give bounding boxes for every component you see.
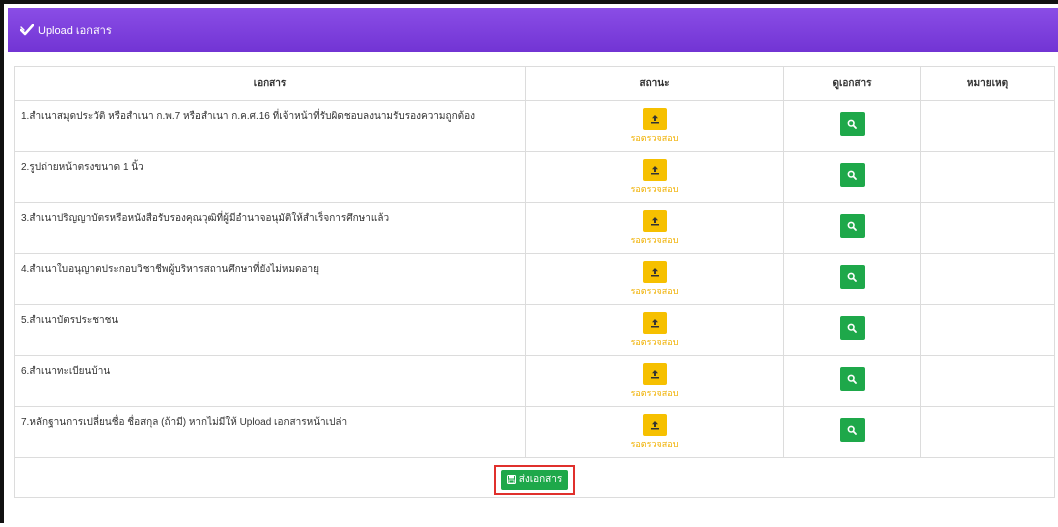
document-name-cell: 6.สำเนาทะเบียนบ้าน (14, 355, 526, 407)
check-icon (19, 23, 35, 36)
upload-panel: Upload เอกสาร เอกสาร สถานะ ดูเอกสาร หมาย… (8, 8, 1058, 527)
upload-button[interactable] (642, 414, 667, 436)
upload-button[interactable] (642, 363, 667, 385)
status-badge: รอตรวจสอบ (630, 337, 679, 347)
column-header-document: เอกสาร (14, 66, 526, 101)
document-name-cell: 2.รูปถ่ายหน้าตรงขนาด 1 นิ้ว (14, 151, 526, 203)
upload-button[interactable] (642, 312, 667, 334)
view-document-button[interactable] (839, 367, 865, 391)
view-cell (783, 253, 921, 305)
note-cell (920, 406, 1055, 458)
table-row: 6.สำเนาทะเบียนบ้าน รอตรวจสอบ (14, 355, 1055, 407)
search-icon (847, 270, 857, 285)
note-cell (920, 304, 1055, 356)
table-row: 5.สำเนาบัตรประชาชน รอตรวจสอบ (14, 304, 1055, 356)
status-cell: รอตรวจสอบ (525, 355, 784, 407)
submit-highlight: ส่งเอกสาร (493, 464, 576, 495)
view-document-button[interactable] (839, 163, 865, 187)
footer-cell: ส่งเอกสาร (14, 457, 1055, 498)
upload-button[interactable] (642, 261, 667, 283)
note-cell (920, 355, 1055, 407)
search-icon (847, 168, 857, 183)
document-name: 2.รูปถ่ายหน้าตรงขนาด 1 นิ้ว (21, 162, 144, 173)
document-name-cell: 5.สำเนาบัตรประชาชน (14, 304, 526, 356)
status-cell: รอตรวจสอบ (525, 202, 784, 254)
document-name-cell: 4.สำเนาใบอนุญาตประกอบวิชาชีพผู้บริหารสถา… (14, 253, 526, 305)
search-icon (847, 219, 857, 234)
submit-documents-button[interactable]: ส่งเอกสาร (500, 469, 569, 490)
status-cell: รอตรวจสอบ (525, 304, 784, 356)
documents-table: เอกสาร สถานะ ดูเอกสาร หมายเหตุ 1.สำเนาสม… (14, 66, 1055, 498)
document-name: 4.สำเนาใบอนุญาตประกอบวิชาชีพผู้บริหารสถา… (21, 264, 320, 275)
note-cell (920, 202, 1055, 254)
submit-label: ส่งเอกสาร (518, 474, 563, 485)
document-name: 7.หลักฐานการเปลี่ยนชื่อ ชื่อสกุล (ถ้ามี)… (21, 417, 348, 428)
search-icon (847, 423, 857, 438)
table-row: 1.สำเนาสมุดประวัติ หรือสำเนา ก.พ.7 หรือส… (14, 100, 1055, 152)
view-document-button[interactable] (839, 316, 865, 340)
column-header-note: หมายเหตุ (920, 66, 1055, 101)
search-icon (847, 321, 857, 336)
view-cell (783, 304, 921, 356)
view-document-button[interactable] (839, 265, 865, 289)
upload-icon (650, 367, 660, 382)
upload-icon (650, 163, 660, 178)
status-badge: รอตรวจสอบ (630, 235, 679, 245)
view-document-button[interactable] (839, 112, 865, 136)
table-row: 4.สำเนาใบอนุญาตประกอบวิชาชีพผู้บริหารสถา… (14, 253, 1055, 305)
table-row: 3.สำเนาปริญญาบัตรหรือหนังสือรับรองคุณวุฒ… (14, 202, 1055, 254)
document-name: 5.สำเนาบัตรประชาชน (21, 315, 119, 326)
status-badge: รอตรวจสอบ (630, 388, 679, 398)
upload-icon (650, 418, 660, 433)
view-cell (783, 355, 921, 407)
note-cell (920, 100, 1055, 152)
document-name: 3.สำเนาปริญญาบัตรหรือหนังสือรับรองคุณวุฒ… (21, 213, 390, 224)
document-name: 6.สำเนาทะเบียนบ้าน (21, 366, 111, 377)
search-icon (847, 117, 857, 132)
view-document-button[interactable] (839, 418, 865, 442)
window-frame: Upload เอกสาร เอกสาร สถานะ ดูเอกสาร หมาย… (0, 0, 1058, 527)
table-header-row: เอกสาร สถานะ ดูเอกสาร หมายเหตุ (14, 66, 1055, 101)
status-cell: รอตรวจสอบ (525, 151, 784, 203)
status-badge: รอตรวจสอบ (630, 439, 679, 449)
status-badge: รอตรวจสอบ (630, 184, 679, 194)
view-document-button[interactable] (839, 214, 865, 238)
status-cell: รอตรวจสอบ (525, 253, 784, 305)
view-cell (783, 151, 921, 203)
table-row: 7.หลักฐานการเปลี่ยนชื่อ ชื่อสกุล (ถ้ามี)… (14, 406, 1055, 458)
save-icon (506, 475, 516, 484)
upload-icon (650, 316, 660, 331)
column-header-view: ดูเอกสาร (783, 66, 921, 101)
view-cell (783, 406, 921, 458)
upload-button[interactable] (642, 210, 667, 232)
status-badge: รอตรวจสอบ (630, 286, 679, 296)
panel-header: Upload เอกสาร (8, 8, 1058, 52)
upload-icon (650, 265, 660, 280)
table-row: 2.รูปถ่ายหน้าตรงขนาด 1 นิ้ว รอตรวจสอบ (14, 151, 1055, 203)
document-name-cell: 1.สำเนาสมุดประวัติ หรือสำเนา ก.พ.7 หรือส… (14, 100, 526, 152)
note-cell (920, 253, 1055, 305)
search-icon (847, 372, 857, 387)
upload-button[interactable] (642, 108, 667, 130)
upload-icon (650, 112, 660, 127)
panel-body: เอกสาร สถานะ ดูเอกสาร หมายเหตุ 1.สำเนาสม… (14, 66, 1058, 498)
upload-icon (650, 214, 660, 229)
upload-button[interactable] (642, 159, 667, 181)
document-name-cell: 3.สำเนาปริญญาบัตรหรือหนังสือรับรองคุณวุฒ… (14, 202, 526, 254)
status-cell: รอตรวจสอบ (525, 100, 784, 152)
document-name: 1.สำเนาสมุดประวัติ หรือสำเนา ก.พ.7 หรือส… (21, 111, 476, 122)
document-name-cell: 7.หลักฐานการเปลี่ยนชื่อ ชื่อสกุล (ถ้ามี)… (14, 406, 526, 458)
column-header-status: สถานะ (525, 66, 784, 101)
view-cell (783, 202, 921, 254)
status-badge: รอตรวจสอบ (630, 133, 679, 143)
panel-title: Upload เอกสาร (38, 25, 112, 37)
table-footer-row: ส่งเอกสาร (14, 457, 1055, 498)
note-cell (920, 151, 1055, 203)
view-cell (783, 100, 921, 152)
status-cell: รอตรวจสอบ (525, 406, 784, 458)
